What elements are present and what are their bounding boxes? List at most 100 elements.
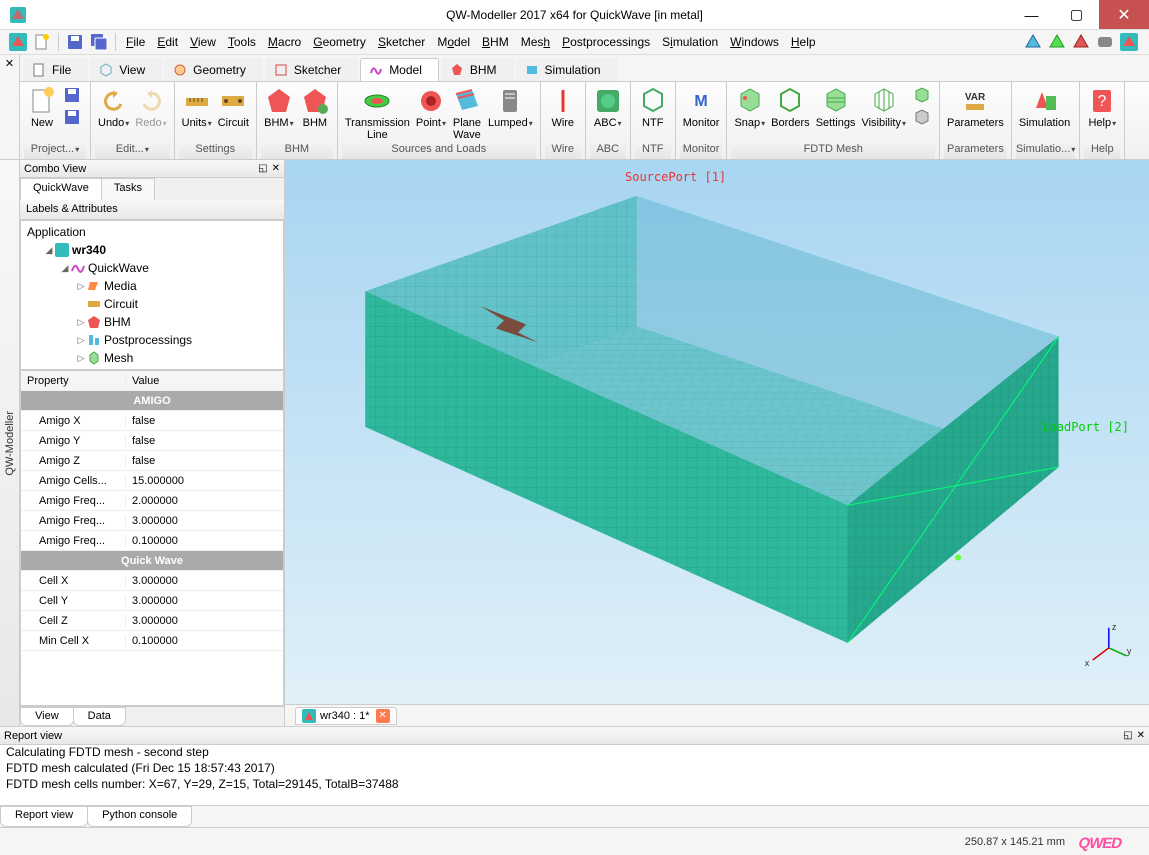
edit-group-label[interactable]: Edit... (95, 143, 170, 159)
bhm-button-1[interactable]: BHM (261, 84, 297, 131)
ribbon-tab-sketcher[interactable]: Sketcher (265, 58, 358, 81)
menu-view[interactable]: View (184, 35, 222, 49)
visibility-button[interactable]: Visibility (858, 84, 909, 131)
tab-python[interactable]: Python console (87, 806, 192, 827)
report-header: Report view ◱✕ (0, 727, 1149, 745)
monitor-button[interactable]: MMonitor (680, 84, 723, 131)
disk-button-1[interactable] (60, 84, 86, 106)
ribbon-tab-simulation[interactable]: Simulation (516, 58, 618, 81)
doc-icon (302, 709, 316, 723)
ribbon-tab-model[interactable]: Model (360, 58, 439, 81)
property-grid[interactable]: PropertyValue AMIGO Amigo Xfalse Amigo Y… (20, 370, 284, 706)
menu-post[interactable]: Postprocessings (556, 35, 656, 49)
load-port-label: LoadPort [2] (1042, 420, 1129, 434)
undo-button[interactable]: Undo (95, 84, 132, 131)
ribbon-close[interactable]: ✕ (0, 55, 20, 159)
menu-geometry[interactable]: Geometry (307, 35, 372, 49)
toolbar-icon-3[interactable] (1072, 33, 1090, 51)
mesh-settings-button[interactable]: Settings (813, 84, 859, 131)
toolbar-icon-2[interactable] (1048, 33, 1066, 51)
bhm-button-2[interactable]: BHM (297, 84, 333, 131)
menu-file[interactable]: File (120, 35, 151, 49)
monitor-group-label: Monitor (680, 143, 723, 159)
menu-mesh[interactable]: Mesh (515, 35, 556, 49)
btab-view[interactable]: View (20, 707, 74, 726)
menu-macro[interactable]: Macro (262, 35, 307, 49)
statusbar: 250.87 x 145.21 mm QWED (0, 827, 1149, 855)
snap-button[interactable]: Snap (731, 84, 768, 131)
sketcher-icon (274, 63, 288, 77)
menu-model[interactable]: Model (431, 35, 476, 49)
plane-button[interactable]: Plane Wave (449, 84, 485, 143)
panel-float-icon[interactable]: ◱ (258, 163, 267, 174)
mesh-icon-2[interactable] (909, 106, 935, 128)
new-icon[interactable] (33, 33, 51, 51)
model-tree[interactable]: Application ◢wr340 ◢QuickWave ▷Media Cir… (20, 220, 284, 370)
ribbon-tabs: File View Geometry Sketcher Model BHM Si… (20, 55, 1149, 81)
close-button[interactable]: ✕ (1099, 0, 1149, 29)
parameters-button[interactable]: VARParameters (944, 84, 1007, 131)
3d-viewport[interactable]: z y x SourcePort [1] LoadPort [2] (285, 160, 1149, 704)
lumped-button[interactable]: Lumped (485, 84, 536, 131)
menu-edit[interactable]: Edit (151, 35, 184, 49)
combo-header: Combo View ◱✕ (20, 160, 284, 178)
bhm-group-label: BHM (261, 143, 333, 159)
combo-panel: Combo View ◱✕ QuickWave Tasks Labels & A… (20, 160, 285, 726)
saveall-icon[interactable] (90, 33, 108, 51)
help-button[interactable]: ?Help (1084, 84, 1120, 131)
save-icon[interactable] (66, 33, 84, 51)
model-icon (369, 63, 383, 77)
transmission-button[interactable]: Transmission Line (342, 84, 413, 143)
report-body[interactable]: Calculating FDTD mesh - second step FDTD… (0, 745, 1149, 805)
sidebar-vert-label[interactable]: QW-Modeller (0, 160, 20, 726)
report-close-icon[interactable]: ✕ (1137, 730, 1145, 741)
btab-data[interactable]: Data (73, 707, 126, 726)
menu-bhm[interactable]: BHM (476, 35, 515, 49)
menu-tools[interactable]: Tools (222, 35, 262, 49)
menu-simulation[interactable]: Simulation (656, 35, 724, 49)
disk-button-2[interactable] (60, 106, 86, 128)
abc-button[interactable]: ABC (590, 84, 626, 131)
svg-text:?: ? (1098, 93, 1107, 110)
bhm-tree-icon (87, 315, 101, 329)
toolbar-icon-5[interactable] (1120, 33, 1138, 51)
toolbar-icon-1[interactable] (1024, 33, 1042, 51)
redo-button[interactable]: Redo (132, 84, 169, 131)
new-button[interactable]: New (24, 84, 60, 131)
svg-text:x: x (1085, 658, 1090, 668)
tab-quickwave[interactable]: QuickWave (20, 178, 102, 200)
tab-tasks[interactable]: Tasks (101, 178, 155, 200)
units-button[interactable]: Units (179, 84, 215, 131)
sim-group-label[interactable]: Simulatio... (1016, 143, 1075, 159)
menu-sketcher[interactable]: Sketcher (372, 35, 431, 49)
panel-close-icon[interactable]: ✕ (272, 163, 280, 174)
tab-report[interactable]: Report view (0, 806, 88, 827)
borders-button[interactable]: Borders (768, 84, 813, 131)
settings-group-label: Settings (179, 143, 252, 159)
maximize-button[interactable]: ▢ (1054, 0, 1099, 29)
titlebar: QW-Modeller 2017 x64 for QuickWave [in m… (0, 0, 1149, 30)
ribbon-tab-view[interactable]: View (90, 58, 162, 81)
mesh-icon-1[interactable] (909, 84, 935, 106)
simulation-button[interactable]: Simulation (1016, 84, 1073, 131)
ribbon-tab-bhm[interactable]: BHM (441, 58, 514, 81)
app-small-icon[interactable] (9, 33, 27, 51)
minimize-button[interactable]: — (1009, 0, 1054, 29)
doc-tab[interactable]: wr340 : 1* ✕ (295, 707, 397, 725)
point-button[interactable]: Point (413, 84, 449, 131)
svg-text:QWED: QWED (1079, 835, 1124, 852)
toolbar-icon-4[interactable] (1096, 33, 1114, 51)
circuit-button[interactable]: Circuit (215, 84, 252, 131)
menu-windows[interactable]: Windows (724, 35, 785, 49)
status-dims: 250.87 x 145.21 mm (965, 836, 1065, 848)
param-group-label: Parameters (944, 143, 1007, 159)
ntf-button[interactable]: NTF (635, 84, 671, 131)
ribbon-tab-geometry[interactable]: Geometry (164, 58, 263, 81)
menubar: File Edit View Tools Macro Geometry Sket… (0, 30, 1149, 55)
doc-close[interactable]: ✕ (376, 709, 390, 723)
menu-help[interactable]: Help (785, 35, 822, 49)
report-float-icon[interactable]: ◱ (1123, 730, 1132, 741)
ribbon-tab-file[interactable]: File (23, 58, 88, 81)
project-group-label[interactable]: Project... (24, 143, 86, 159)
wire-button[interactable]: Wire (545, 84, 581, 131)
